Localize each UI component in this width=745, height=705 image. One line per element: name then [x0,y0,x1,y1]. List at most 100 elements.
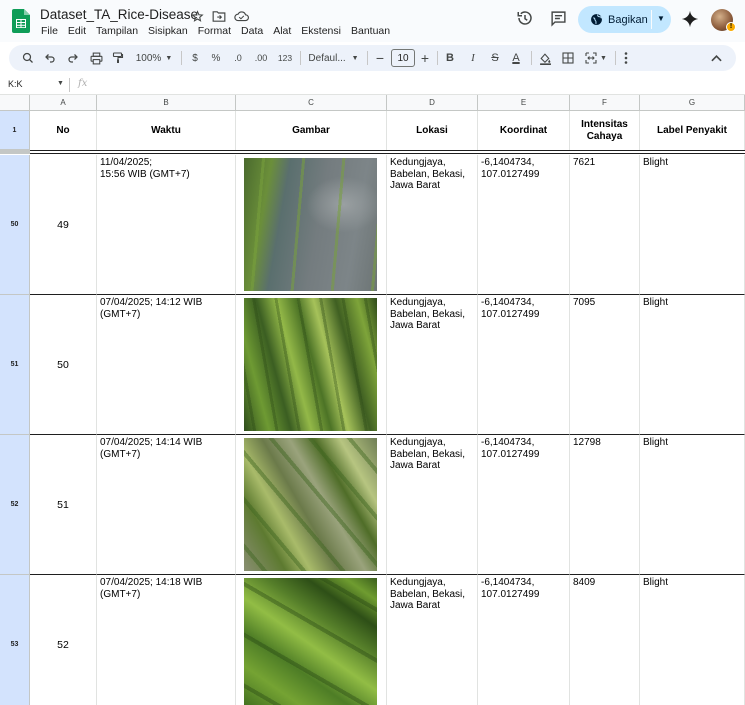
share-dropdown-chevron-icon[interactable]: ▼ [657,14,665,23]
cell-no[interactable]: 50 [30,295,97,435]
bold-button[interactable]: B [441,45,459,71]
decrease-decimal-button[interactable]: .0 [229,45,247,71]
column-header-b[interactable]: B [97,95,236,111]
freeze-divider[interactable] [0,150,30,154]
cell-waktu[interactable]: 07/04/2025; 14:12 WIB (GMT+7) [97,295,236,435]
cell-no[interactable]: 51 [30,435,97,575]
comments-icon[interactable] [550,10,567,32]
share-button[interactable]: Bagikan ▼ [578,6,671,33]
cell-waktu[interactable]: 11/04/2025; 15:56 WIB (GMT+7) [97,155,236,295]
rice-leaf-photo[interactable] [244,158,377,291]
more-options-icon[interactable] [619,45,633,71]
header-cell-koordinat[interactable]: Koordinat [478,111,570,150]
move-folder-icon[interactable] [211,8,227,24]
name-box-chevron-down-icon[interactable]: ▼ [57,80,64,87]
cell-label-penyakit[interactable]: Blight [640,575,745,705]
redo-icon[interactable] [64,45,82,71]
search-menus-icon[interactable] [19,45,37,71]
row-header-1[interactable]: 1 [0,111,30,150]
header-cell-waktu[interactable]: Waktu [97,111,236,150]
currency-format-button[interactable]: $ [187,45,203,71]
column-header-e[interactable]: E [478,95,570,111]
menu-data[interactable]: Data [241,25,263,37]
cell-lokasi[interactable]: Kedungjaya, Babelan, Bekasi, Jawa Barat [387,435,478,575]
google-sheets-logo[interactable] [12,9,30,33]
print-icon[interactable] [87,45,105,71]
rice-leaf-photo[interactable] [244,298,377,431]
menu-help[interactable]: Bantuan [351,25,390,37]
cell-gambar[interactable] [236,155,387,295]
cell-no[interactable]: 49 [30,155,97,295]
header-cell-label-penyakit[interactable]: Label Penyakit [640,111,745,150]
name-box[interactable]: K:K [8,79,23,89]
cell-intensitas-text: 7621 [573,157,596,168]
borders-icon[interactable] [559,45,577,71]
menu-extensions[interactable]: Ekstensi [301,25,341,37]
cell-gambar[interactable] [236,295,387,435]
cell-gambar[interactable] [236,575,387,705]
menu-file[interactable]: File [41,25,58,37]
decrease-font-size-icon[interactable]: − [373,45,387,71]
header-cell-gambar[interactable]: Gambar [236,111,387,150]
increase-font-size-icon[interactable]: + [418,45,432,71]
cell-label-penyakit[interactable]: Blight [640,435,745,575]
column-header-f[interactable]: F [570,95,640,111]
row-header-50[interactable]: 50 [0,155,30,295]
increase-decimal-button[interactable]: .00 [251,45,271,71]
cell-no[interactable]: 52 [30,575,97,705]
rice-leaf-photo[interactable] [244,438,377,571]
menu-format[interactable]: Format [198,25,231,37]
star-icon[interactable] [189,8,205,24]
cell-lokasi[interactable]: Kedungjaya, Babelan, Bekasi, Jawa Barat [387,155,478,295]
font-family-select[interactable]: Defaul... ▼ [306,45,361,71]
column-header-d[interactable]: D [387,95,478,111]
menu-edit[interactable]: Edit [68,25,86,37]
undo-icon[interactable] [41,45,59,71]
row-header-52[interactable]: 52 [0,435,30,575]
cell-koordinat[interactable]: -6,1404734, 107.0127499 [478,435,570,575]
row-header-53[interactable]: 53 [0,575,30,705]
header-cell-lokasi[interactable]: Lokasi [387,111,478,150]
paint-format-icon[interactable] [109,45,127,71]
italic-button[interactable]: I [464,45,482,71]
cell-lokasi[interactable]: Kedungjaya, Babelan, Bekasi, Jawa Barat [387,575,478,705]
cloud-saved-icon[interactable] [233,8,249,24]
cell-intensitas[interactable]: 7621 [570,155,640,295]
version-history-icon[interactable] [516,9,534,32]
fill-color-icon[interactable] [536,45,554,71]
collapse-menus-chevron-up-icon[interactable] [707,45,725,71]
document-title[interactable]: Dataset_TA_Rice-Disease [40,7,198,22]
cell-no-text: 50 [57,358,69,371]
cell-koordinat[interactable]: -6,1404734, 107.0127499 [478,575,570,705]
column-header-a[interactable]: A [30,95,97,111]
text-color-button[interactable]: A [507,45,525,71]
number-format-button[interactable]: 123 [275,45,295,71]
column-header-g[interactable]: G [640,95,745,111]
cell-intensitas[interactable]: 12798 [570,435,640,575]
select-all-corner[interactable] [0,95,30,111]
cell-intensitas[interactable]: 8409 [570,575,640,705]
gemini-sparkle-icon[interactable] [681,10,699,33]
cell-intensitas[interactable]: 7095 [570,295,640,435]
rice-leaf-photo[interactable] [244,578,377,705]
percent-format-button[interactable]: % [208,45,224,71]
font-size-input[interactable]: 10 [391,49,415,67]
menu-tools[interactable]: Alat [273,25,291,37]
cell-lokasi[interactable]: Kedungjaya, Babelan, Bekasi, Jawa Barat [387,295,478,435]
cell-koordinat[interactable]: -6,1404734, 107.0127499 [478,295,570,435]
column-header-c[interactable]: C [236,95,387,111]
menu-view[interactable]: Tampilan [96,25,138,37]
header-cell-no[interactable]: No [30,111,97,150]
row-header-51[interactable]: 51 [0,295,30,435]
cell-label-penyakit[interactable]: Blight [640,155,745,295]
menu-insert[interactable]: Sisipkan [148,25,188,37]
cell-waktu[interactable]: 07/04/2025; 14:18 WIB (GMT+7) [97,575,236,705]
strikethrough-button[interactable]: S [486,45,504,71]
cell-gambar[interactable] [236,435,387,575]
merge-cells-icon[interactable]: ▼ [581,45,611,71]
cell-label-penyakit[interactable]: Blight [640,295,745,435]
cell-koordinat[interactable]: -6,1404734, 107.0127499 [478,155,570,295]
cell-waktu[interactable]: 07/04/2025; 14:14 WIB (GMT+7) [97,435,236,575]
zoom-select[interactable]: 100% ▼ [131,45,177,71]
header-cell-intensitas-cahaya[interactable]: Intensitas Cahaya [570,111,640,150]
